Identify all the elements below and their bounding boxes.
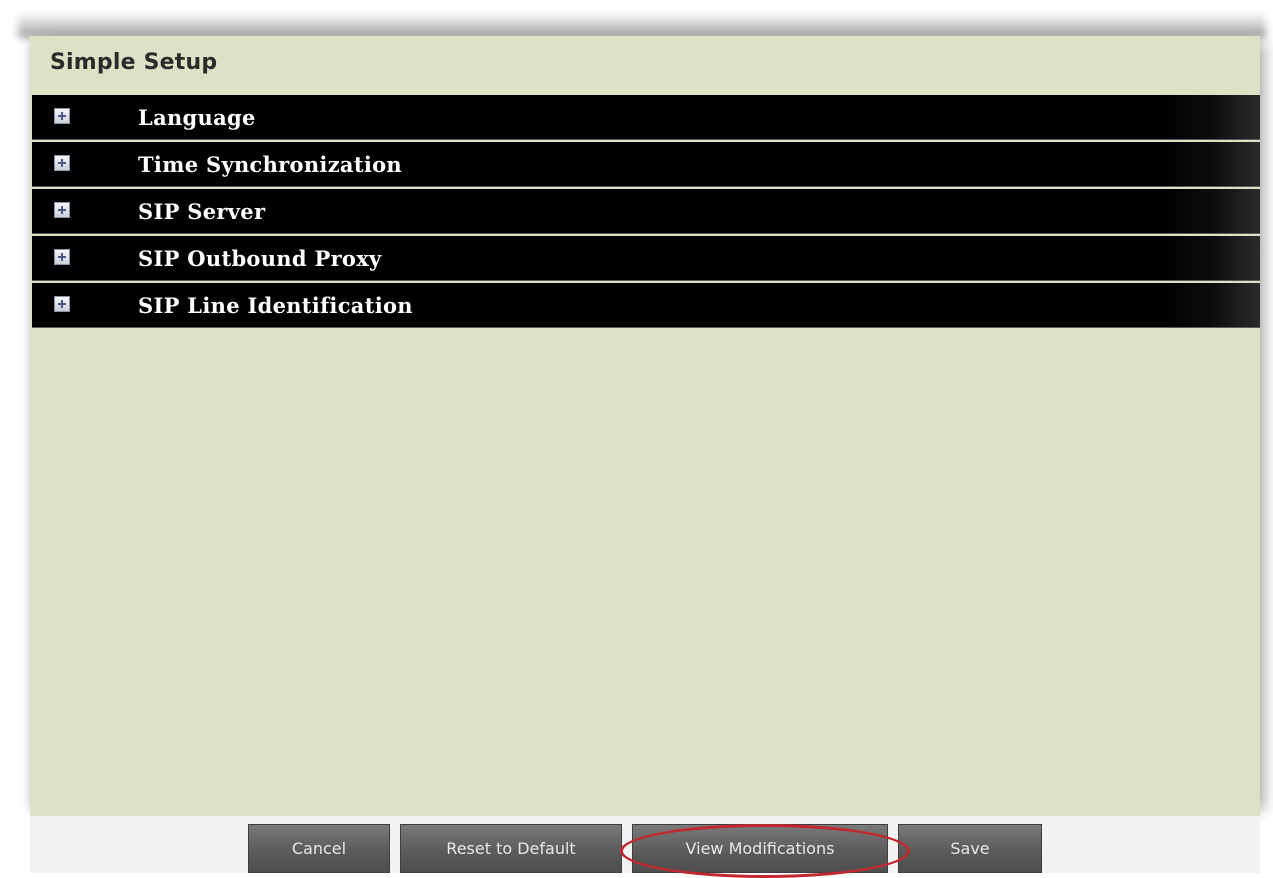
save-button[interactable]: Save (898, 824, 1042, 873)
page-title: Simple Setup (50, 50, 218, 75)
simple-setup-panel: Simple Setup Language Time Synchronizati… (30, 36, 1260, 816)
section-sip-server[interactable]: SIP Server (32, 189, 1260, 234)
section-language[interactable]: Language (32, 95, 1260, 140)
expand-plus-icon[interactable] (54, 155, 70, 171)
section-label: SIP Line Identification (138, 293, 413, 318)
section-label: SIP Server (138, 199, 266, 224)
expand-plus-icon[interactable] (54, 296, 70, 312)
section-list: Language Time Synchronization SIP Server… (32, 95, 1260, 330)
section-label: Time Synchronization (138, 152, 402, 177)
button-bar: Cancel Reset to Default View Modificatio… (30, 816, 1260, 878)
cancel-button[interactable]: Cancel (248, 824, 390, 873)
section-label: SIP Outbound Proxy (138, 246, 382, 271)
section-time-synchronization[interactable]: Time Synchronization (32, 142, 1260, 187)
view-modifications-button[interactable]: View Modifications (632, 824, 888, 873)
section-sip-line-identification[interactable]: SIP Line Identification (32, 283, 1260, 328)
section-sip-outbound-proxy[interactable]: SIP Outbound Proxy (32, 236, 1260, 281)
expand-plus-icon[interactable] (54, 108, 70, 124)
section-label: Language (138, 105, 256, 130)
panel-top-shadow (18, 12, 1266, 38)
expand-plus-icon[interactable] (54, 249, 70, 265)
expand-plus-icon[interactable] (54, 202, 70, 218)
reset-to-default-button[interactable]: Reset to Default (400, 824, 622, 873)
